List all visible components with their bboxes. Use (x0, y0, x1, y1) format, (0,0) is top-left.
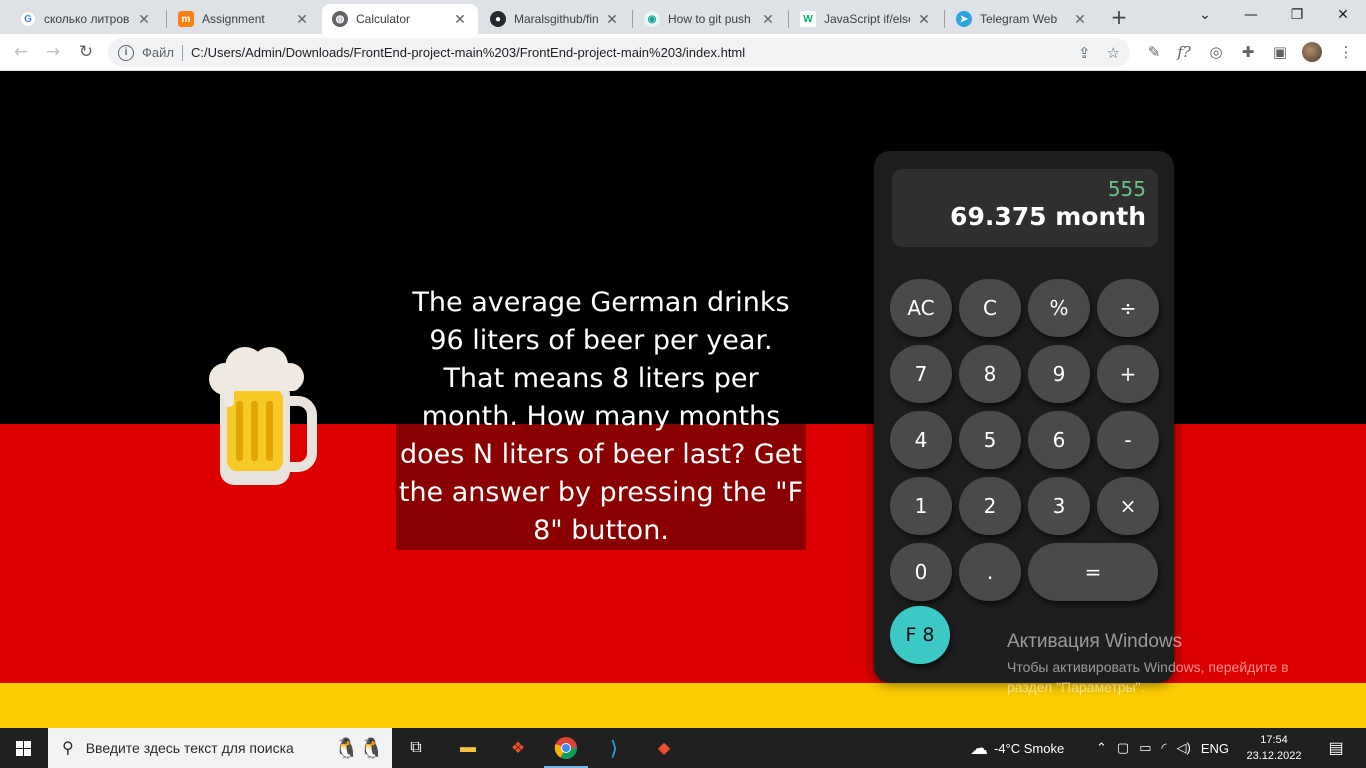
key-divide[interactable]: ÷ (1097, 279, 1159, 337)
show-hidden-icons-icon[interactable]: ⌃ (1096, 740, 1107, 756)
key-percent[interactable]: % (1028, 279, 1090, 337)
moodle-icon: m (178, 11, 194, 27)
close-tab-icon[interactable]: ✕ (916, 11, 932, 28)
side-panel-icon[interactable]: ▣ (1270, 42, 1290, 62)
extension-compass-icon[interactable]: ◎ (1206, 42, 1226, 62)
key-9[interactable]: 9 (1028, 345, 1090, 403)
browser-toolbar: ← → ↻ i Файл C:/Users/Admin/Downloads/Fr… (0, 34, 1366, 71)
key-0[interactable]: 0 (890, 543, 952, 601)
extension-pen-icon[interactable]: ✎ (1144, 42, 1164, 62)
key-equals[interactable]: = (1028, 543, 1158, 601)
restore-button[interactable]: ❐ (1274, 4, 1320, 28)
eye-icon: ◉ (644, 11, 660, 27)
weather-cloud-icon: ☁ (970, 737, 988, 758)
task-view-icon[interactable]: ⧉ (402, 734, 430, 762)
meet-now-icon[interactable]: ▢ (1117, 740, 1129, 756)
new-tab-button[interactable]: + (1108, 6, 1130, 28)
volume-icon[interactable]: ◁) (1177, 740, 1191, 756)
key-plus[interactable]: + (1097, 345, 1159, 403)
url-text[interactable]: C:/Users/Admin/Downloads/FrontEnd-projec… (191, 45, 745, 60)
current-operand: 69.375 month (950, 202, 1146, 231)
wifi-icon[interactable]: ◜ (1162, 740, 1167, 756)
figma-icon[interactable]: ❖ (504, 734, 532, 762)
windows-taskbar: ⚲ Введите здесь текст для поиска 🐧🐧 ⧉ ▬ … (0, 728, 1366, 768)
address-bar[interactable]: i Файл C:/Users/Admin/Downloads/FrontEnd… (108, 38, 1130, 67)
extension-font-icon[interactable]: f? (1174, 42, 1194, 62)
key-all-clear[interactable]: AC (890, 279, 952, 337)
key-8[interactable]: 8 (959, 345, 1021, 403)
info-icon[interactable]: i (118, 44, 134, 61)
github-icon: ● (490, 11, 506, 27)
key-f8[interactable]: F 8 (890, 606, 950, 664)
close-tab-icon[interactable]: ✕ (604, 11, 620, 28)
close-window-button[interactable]: ✕ (1320, 4, 1366, 28)
web-page: The average German drinks 96 liters of b… (0, 71, 1366, 728)
git-icon[interactable]: ◆ (650, 734, 678, 762)
clock[interactable]: 17:54 23.12.2022 (1244, 732, 1304, 764)
forward-button[interactable]: → (42, 41, 64, 63)
w3schools-icon: W (800, 11, 816, 27)
close-tab-icon[interactable]: ✕ (452, 11, 468, 28)
scheme-label: Файл (142, 45, 174, 60)
close-tab-icon[interactable]: ✕ (136, 11, 152, 28)
tab-strip: G сколько литров ✕ m Assignment ✕ ◍ Calc… (0, 0, 1366, 34)
penguins-illustration-icon: 🐧🐧 (334, 737, 384, 760)
profile-avatar[interactable] (1302, 42, 1322, 62)
google-icon: G (20, 11, 36, 27)
tab-search-button[interactable]: ⌄ (1182, 4, 1228, 28)
telegram-icon: ➤ (956, 11, 972, 27)
close-tab-icon[interactable]: ✕ (294, 11, 310, 28)
chrome-icon[interactable] (544, 734, 588, 768)
extensions-puzzle-icon[interactable]: ✚ (1238, 42, 1258, 62)
tab-telegram[interactable]: ➤ Telegram Web ✕ (946, 4, 1098, 34)
key-6[interactable]: 6 (1028, 411, 1090, 469)
windows-start-icon[interactable] (0, 728, 48, 768)
key-5[interactable]: 5 (959, 411, 1021, 469)
calculator: 555 69.375 month AC C % ÷ 7 8 9 + 4 5 6 … (874, 151, 1174, 683)
key-2[interactable]: 2 (959, 477, 1021, 535)
system-tray: ⌃ ▢ ▭ ◜ ◁) ENG (1096, 728, 1229, 768)
key-3[interactable]: 3 (1028, 477, 1090, 535)
close-tab-icon[interactable]: ✕ (760, 11, 776, 28)
key-minus[interactable]: - (1097, 411, 1159, 469)
vscode-icon[interactable]: ⟩ (600, 734, 628, 762)
back-button[interactable]: ← (10, 41, 32, 63)
previous-operand: 555 (1107, 177, 1146, 201)
close-tab-icon[interactable]: ✕ (1072, 11, 1088, 28)
question-text: The average German drinks 96 liters of b… (398, 287, 804, 546)
search-icon: ⚲ (62, 740, 74, 757)
key-4[interactable]: 4 (890, 411, 952, 469)
windows-activation-watermark: Активация Windows Чтобы активировать Win… (1007, 631, 1289, 695)
key-clear[interactable]: C (959, 279, 1021, 337)
battery-icon[interactable]: ▭ (1139, 740, 1151, 756)
share-icon[interactable]: ⇪ (1078, 44, 1091, 62)
file-explorer-icon[interactable]: ▬ (454, 734, 482, 762)
minimize-button[interactable]: — (1228, 4, 1274, 28)
key-multiply[interactable]: × (1097, 477, 1159, 535)
key-1[interactable]: 1 (890, 477, 952, 535)
bookmark-star-icon[interactable]: ☆ (1107, 44, 1120, 62)
beer-mug-icon (209, 347, 317, 485)
tab-git-push[interactable]: ◉ How to git push ✕ (634, 4, 786, 34)
key-7[interactable]: 7 (890, 345, 952, 403)
globe-icon: ◍ (332, 11, 348, 27)
tab-calculator[interactable]: ◍ Calculator ✕ (322, 4, 478, 34)
menu-icon[interactable]: ⋮ (1336, 42, 1356, 62)
key-decimal[interactable]: . (959, 543, 1021, 601)
tab-google-search[interactable]: G сколько литров ✕ (10, 4, 162, 34)
notifications-icon[interactable]: ▤ (1322, 734, 1350, 762)
tab-github[interactable]: ● Maralsgithub/fin ✕ (480, 4, 630, 34)
taskbar-search[interactable]: ⚲ Введите здесь текст для поиска 🐧🐧 (48, 728, 392, 768)
calculator-display: 555 69.375 month (892, 169, 1158, 247)
tab-javascript[interactable]: W JavaScript if/else ✕ (790, 4, 942, 34)
reload-button[interactable]: ↻ (75, 41, 97, 63)
weather-widget[interactable]: ☁ -4°C Smoke (970, 728, 1064, 768)
language-indicator[interactable]: ENG (1201, 741, 1229, 756)
tab-assignment[interactable]: m Assignment ✕ (168, 4, 320, 34)
